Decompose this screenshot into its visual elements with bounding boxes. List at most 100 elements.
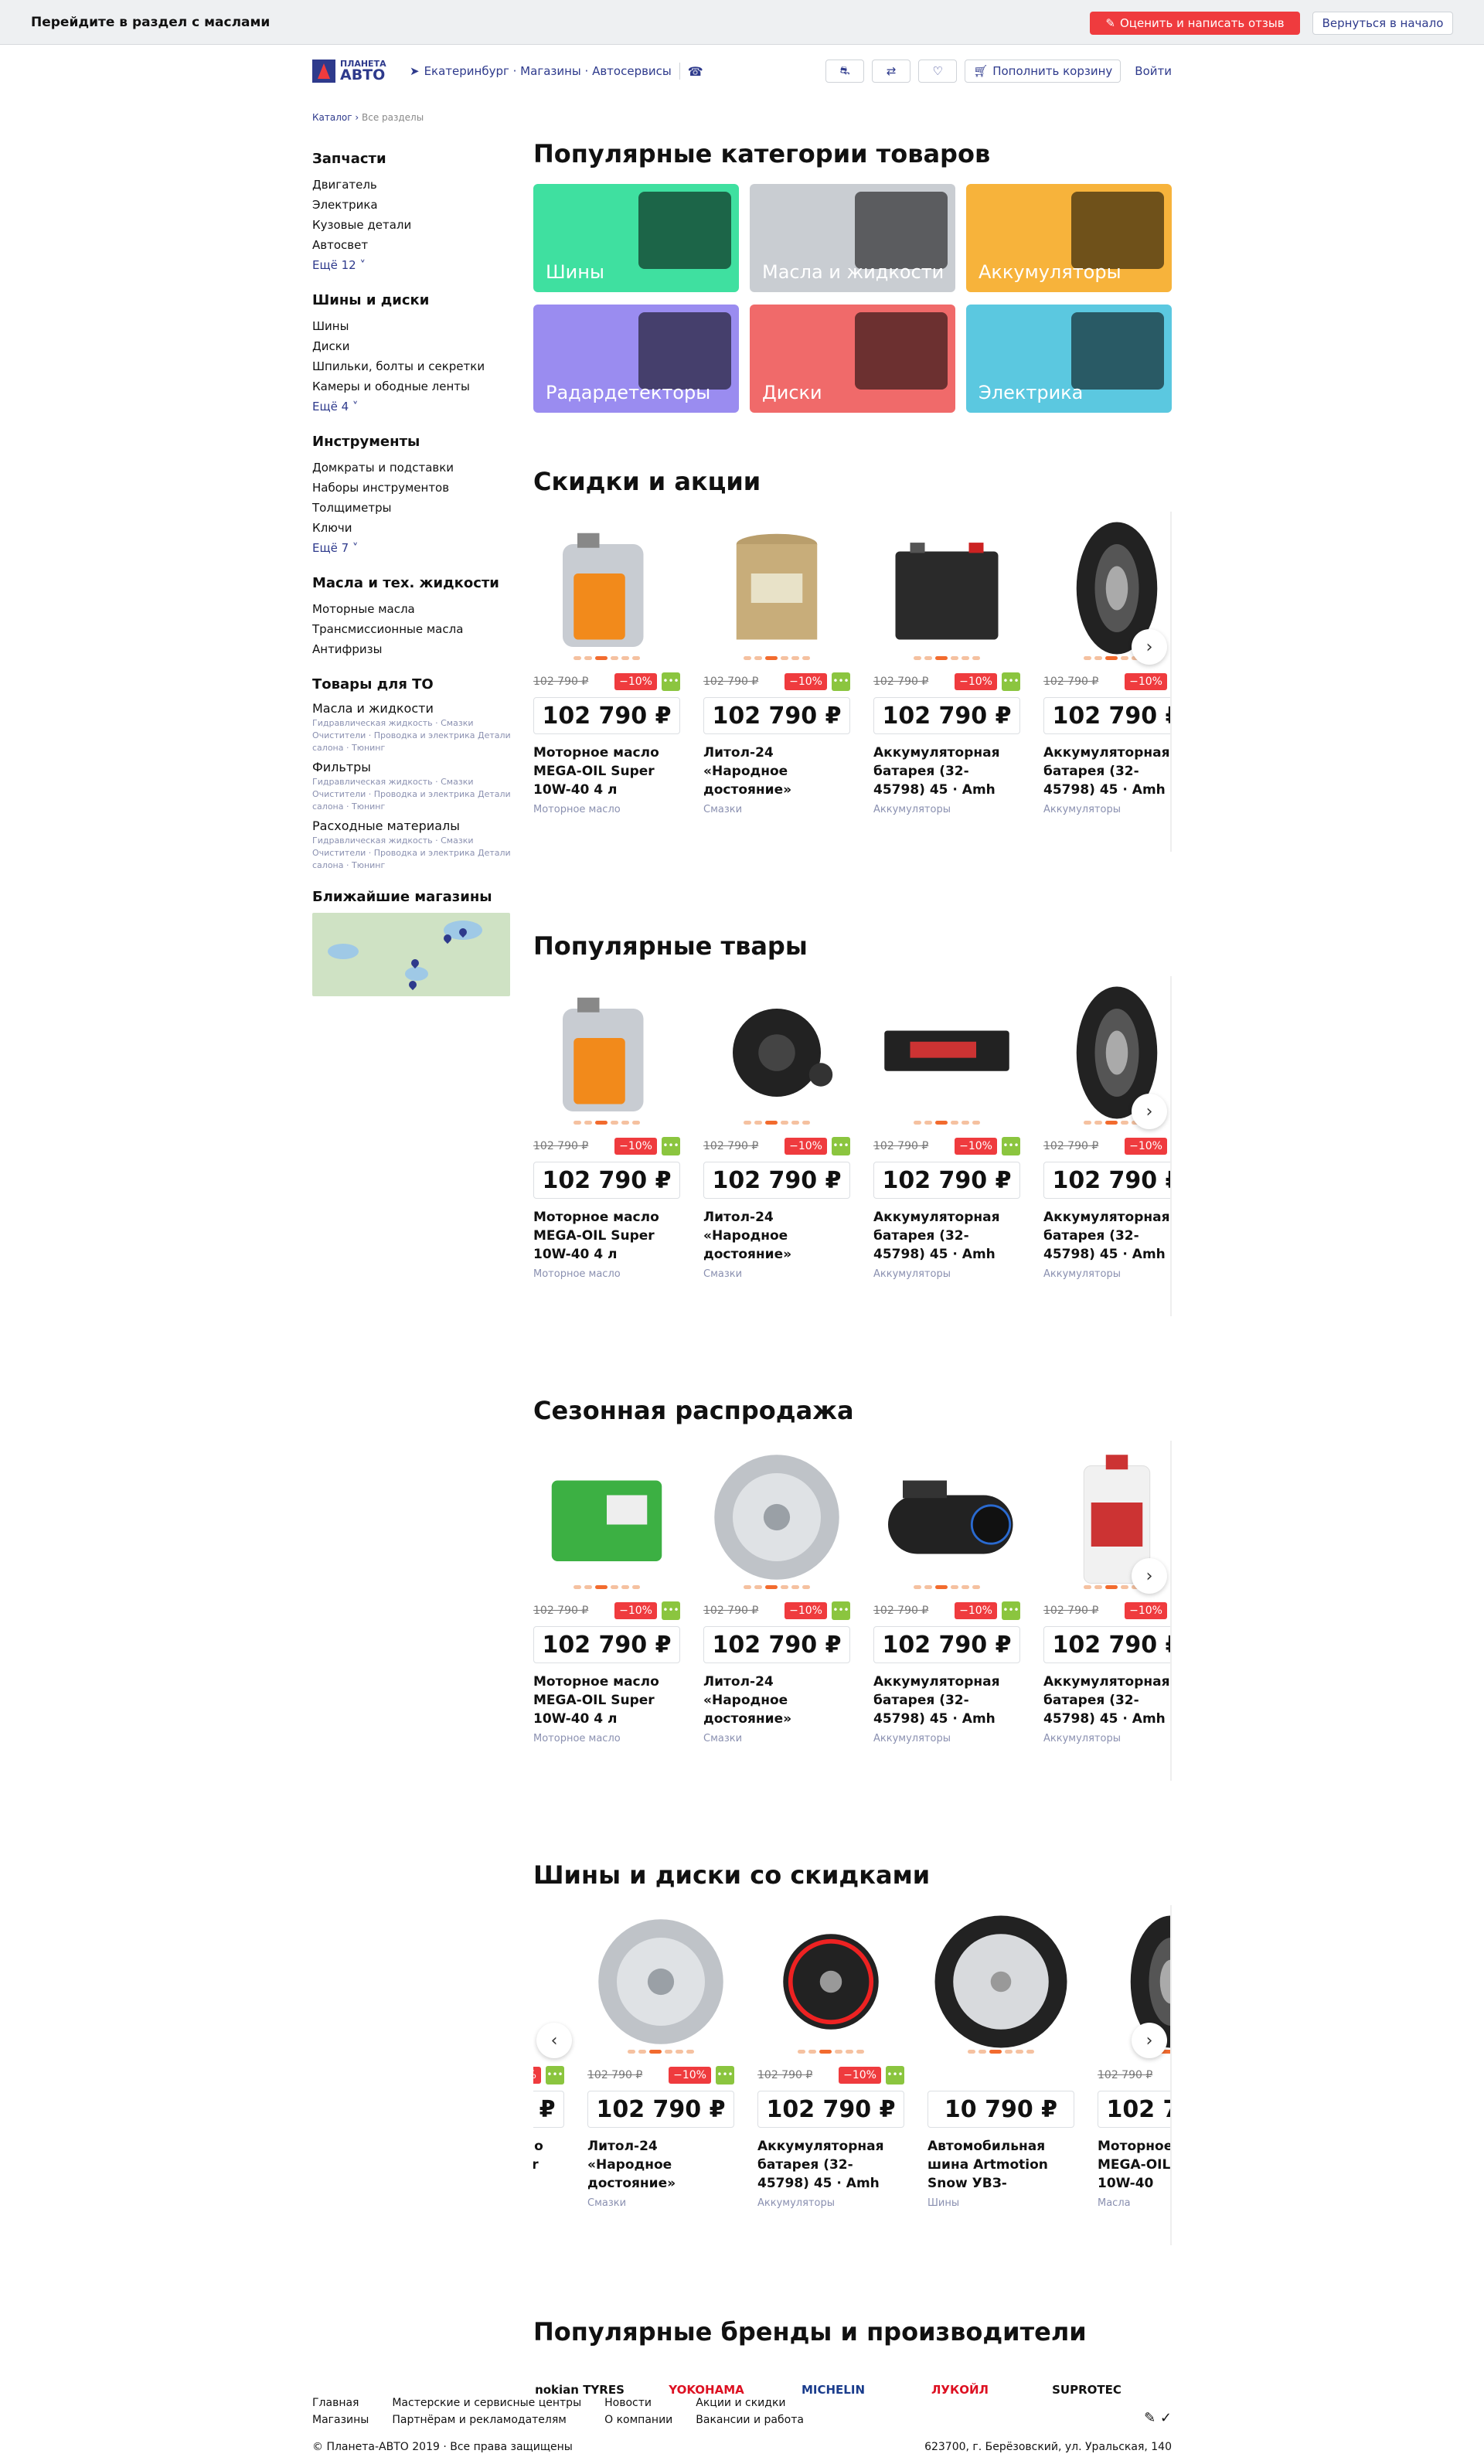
product-name[interactable]: Моторное масло MEGA-OIL Super 10W-40 4 л bbox=[533, 744, 680, 799]
product-card[interactable]: 102 790 ₽ 102 790 ₽ Моторное масло MEGA-OI… bbox=[1098, 1905, 1170, 2209]
product-image[interactable] bbox=[533, 1441, 680, 1594]
more-icon[interactable]: ••• bbox=[1002, 1601, 1020, 1620]
product-image[interactable] bbox=[533, 976, 680, 1129]
sidebar-link[interactable]: Камеры и ободные ленты bbox=[312, 376, 513, 396]
stores-map[interactable] bbox=[312, 913, 510, 996]
more-icon[interactable]: ••• bbox=[832, 1137, 850, 1155]
product-card[interactable]: 102 790 ₽ −10% ••• 102 790 ₽ Литол-24 «Народ… bbox=[703, 976, 850, 1280]
sidebar-link[interactable]: Кузовые детали bbox=[312, 215, 513, 235]
footer-link[interactable]: Вакансии и работа bbox=[696, 2411, 804, 2428]
carousel-next-icon[interactable]: › bbox=[1132, 629, 1167, 665]
sidebar-link[interactable]: Ключи bbox=[312, 518, 513, 538]
product-image[interactable] bbox=[873, 512, 1020, 665]
category-tile[interactable]: Радардетекторы bbox=[533, 305, 739, 413]
sidebar-more-link[interactable]: Ещё 4 ˅ bbox=[312, 396, 513, 417]
more-icon[interactable]: ••• bbox=[662, 672, 680, 691]
product-image[interactable] bbox=[587, 1905, 734, 2058]
product-image[interactable] bbox=[703, 976, 850, 1129]
product-image[interactable] bbox=[533, 512, 680, 665]
product-image[interactable] bbox=[757, 1905, 904, 2058]
product-image[interactable] bbox=[703, 1441, 850, 1594]
product-name[interactable]: Литол-24 «Народное достояние» Смазк… bbox=[587, 2137, 734, 2193]
sidebar-link[interactable]: Наборы инструментов bbox=[312, 478, 513, 498]
sidebar-link[interactable]: Диски bbox=[312, 336, 513, 356]
category-tile[interactable]: Шины bbox=[533, 184, 739, 292]
category-tile[interactable]: Масла и жидкости bbox=[750, 184, 955, 292]
review-button[interactable]: ✎ Оценить и написать отзыв bbox=[1090, 12, 1300, 35]
product-card[interactable]: 102 790 ₽ −10% ••• 102 790 ₽ Аккумуляторная … bbox=[873, 512, 1020, 815]
product-image[interactable] bbox=[703, 512, 850, 665]
to-tags[interactable]: Гидравлическая жидкость · Смазки Очистит… bbox=[312, 835, 513, 872]
product-card[interactable]: 102 790 ₽ −10% ••• 102 790 ₽ Моторное масло … bbox=[533, 1441, 680, 1744]
to-sublink[interactable]: Расходные материалы bbox=[312, 818, 513, 835]
favorites-button[interactable]: ♡ bbox=[918, 60, 958, 83]
back-button[interactable]: Вернуться в начало bbox=[1312, 12, 1453, 35]
sidebar-link[interactable]: Шины bbox=[312, 316, 513, 336]
location-link[interactable]: ➤ Екатеринбург · Магазины · Автосервисы bbox=[410, 64, 672, 78]
product-name[interactable]: Автомобильная шина Artmotion Snow УВЗ-Ав… bbox=[928, 2137, 1074, 2193]
phone-icon[interactable]: ☎ bbox=[688, 64, 703, 79]
product-name[interactable]: Моторное масло MEGA-OIL Super 10W-40 4 л bbox=[533, 1208, 680, 1264]
product-card[interactable]: 102 790 ₽ −10% ••• 102 790 ₽ Аккумуляторная … bbox=[873, 976, 1020, 1280]
more-icon[interactable]: ••• bbox=[662, 1601, 680, 1620]
sidebar-link[interactable]: Шпильки, болты и секретки bbox=[312, 356, 513, 376]
carousel-next-icon[interactable]: › bbox=[1132, 2023, 1167, 2058]
product-name[interactable]: Аккумуляторная батарея (32-45798) 45 · A… bbox=[757, 2137, 904, 2193]
product-name[interactable]: Аккумуляторная батарея (32-45798) 45 · A… bbox=[1043, 1673, 1170, 1728]
sidebar-link[interactable]: Антифризы bbox=[312, 639, 513, 659]
compare-button[interactable]: ⇄ bbox=[872, 60, 911, 83]
sidebar-more-link[interactable]: Ещё 12 ˅ bbox=[312, 255, 513, 275]
sidebar-link[interactable]: Моторные масла bbox=[312, 599, 513, 619]
more-icon[interactable]: ••• bbox=[1002, 1137, 1020, 1155]
product-card[interactable]: 10 790 ₽ Автомобильная шина Artmotion Sno… bbox=[928, 1905, 1074, 2209]
product-card[interactable]: 102 790 ₽ −10% ••• 102 790 ₽ Моторное масло … bbox=[533, 512, 680, 815]
category-tile[interactable]: Аккумуляторы bbox=[966, 184, 1172, 292]
cart-button[interactable]: 🛒︎ Пополнить корзину bbox=[965, 60, 1122, 83]
to-tags[interactable]: Гидравлическая жидкость · Смазки Очистит… bbox=[312, 776, 513, 813]
logo[interactable]: ПЛАНЕТА АВТО bbox=[312, 60, 396, 83]
to-sublink[interactable]: Фильтры bbox=[312, 759, 513, 776]
more-icon[interactable]: ••• bbox=[1002, 672, 1020, 691]
vk-icon[interactable]: ✓ bbox=[1160, 2410, 1172, 2426]
more-icon[interactable]: ••• bbox=[546, 2066, 564, 2085]
product-image[interactable] bbox=[928, 1905, 1074, 2058]
product-image[interactable] bbox=[873, 1441, 1020, 1594]
product-name[interactable]: Аккумуляторная батарея (32-45798) 45 · A… bbox=[873, 1208, 1020, 1264]
sidebar-more-link[interactable]: Ещё 7 ˅ bbox=[312, 538, 513, 558]
product-name[interactable]: Моторное масло MEGA-OIL Super 10W-40 4 л bbox=[533, 1673, 680, 1728]
sidebar-link[interactable]: Домкраты и подставки bbox=[312, 458, 513, 478]
product-name[interactable]: Моторное масло MEGA-OIL Super bbox=[533, 2137, 564, 2193]
social-icon[interactable]: ✎ bbox=[1144, 2410, 1156, 2426]
store-pin-icon[interactable] bbox=[407, 978, 419, 991]
category-tile[interactable]: Диски bbox=[750, 305, 955, 413]
login-link[interactable]: Войти bbox=[1135, 64, 1172, 78]
product-card[interactable]: 102 790 ₽ −10% ••• 102 790 ₽ Аккумуляторная … bbox=[873, 1441, 1020, 1744]
carousel-next-icon[interactable]: › bbox=[1132, 1094, 1167, 1129]
product-card[interactable]: 102 790 ₽ −10% ••• 102 790 ₽ Моторное масло … bbox=[533, 976, 680, 1280]
to-tags[interactable]: Гидравлическая жидкость · Смазки Очистит… bbox=[312, 717, 513, 754]
product-name[interactable]: Аккумуляторная батарея (32-45798) 45 · A… bbox=[1043, 744, 1170, 799]
footer-link[interactable]: О компании bbox=[604, 2411, 672, 2428]
sidebar-link[interactable]: Трансмиссионные масла bbox=[312, 619, 513, 639]
sidebar-link[interactable]: Толщиметры bbox=[312, 498, 513, 518]
footer-link[interactable]: Мастерские и сервисные центры bbox=[392, 2394, 581, 2411]
footer-link[interactable]: Новости bbox=[604, 2394, 672, 2411]
product-name[interactable]: Литол-24 «Народное достояние» Смазк… bbox=[703, 744, 850, 799]
footer-link[interactable]: Партнёрам и рекламодателям bbox=[392, 2411, 581, 2428]
product-name[interactable]: Аккумуляторная батарея (32-45798) 45 · A… bbox=[873, 1673, 1020, 1728]
to-sublink[interactable]: Масла и жидкости bbox=[312, 700, 513, 717]
footer-link[interactable]: Магазины bbox=[312, 2411, 369, 2428]
category-tile[interactable]: Электрика bbox=[966, 305, 1172, 413]
product-name[interactable]: Литол-24 «Народное достояние» Смазк… bbox=[703, 1673, 850, 1728]
garage-button[interactable]: ⛐ bbox=[825, 60, 865, 83]
more-icon[interactable]: ••• bbox=[716, 2066, 734, 2085]
sidebar-link[interactable]: Автосвет bbox=[312, 235, 513, 255]
product-card[interactable]: 102 790 ₽ −10% ••• 102 790 ₽ Литол-24 «Народ… bbox=[703, 512, 850, 815]
product-image[interactable] bbox=[873, 976, 1020, 1129]
product-name[interactable]: Моторное масло MEGA-OIL Super 10W-40 bbox=[1098, 2137, 1170, 2193]
carousel-next-icon[interactable]: › bbox=[1132, 1558, 1167, 1594]
product-card[interactable]: 102 790 ₽ −10% ••• 102 790 ₽ Аккумуляторная … bbox=[757, 1905, 904, 2209]
product-name[interactable]: Аккумуляторная батарея (32-45798) 45 · A… bbox=[873, 744, 1020, 799]
more-icon[interactable]: ••• bbox=[832, 672, 850, 691]
breadcrumb-catalog[interactable]: Каталог bbox=[312, 112, 352, 123]
